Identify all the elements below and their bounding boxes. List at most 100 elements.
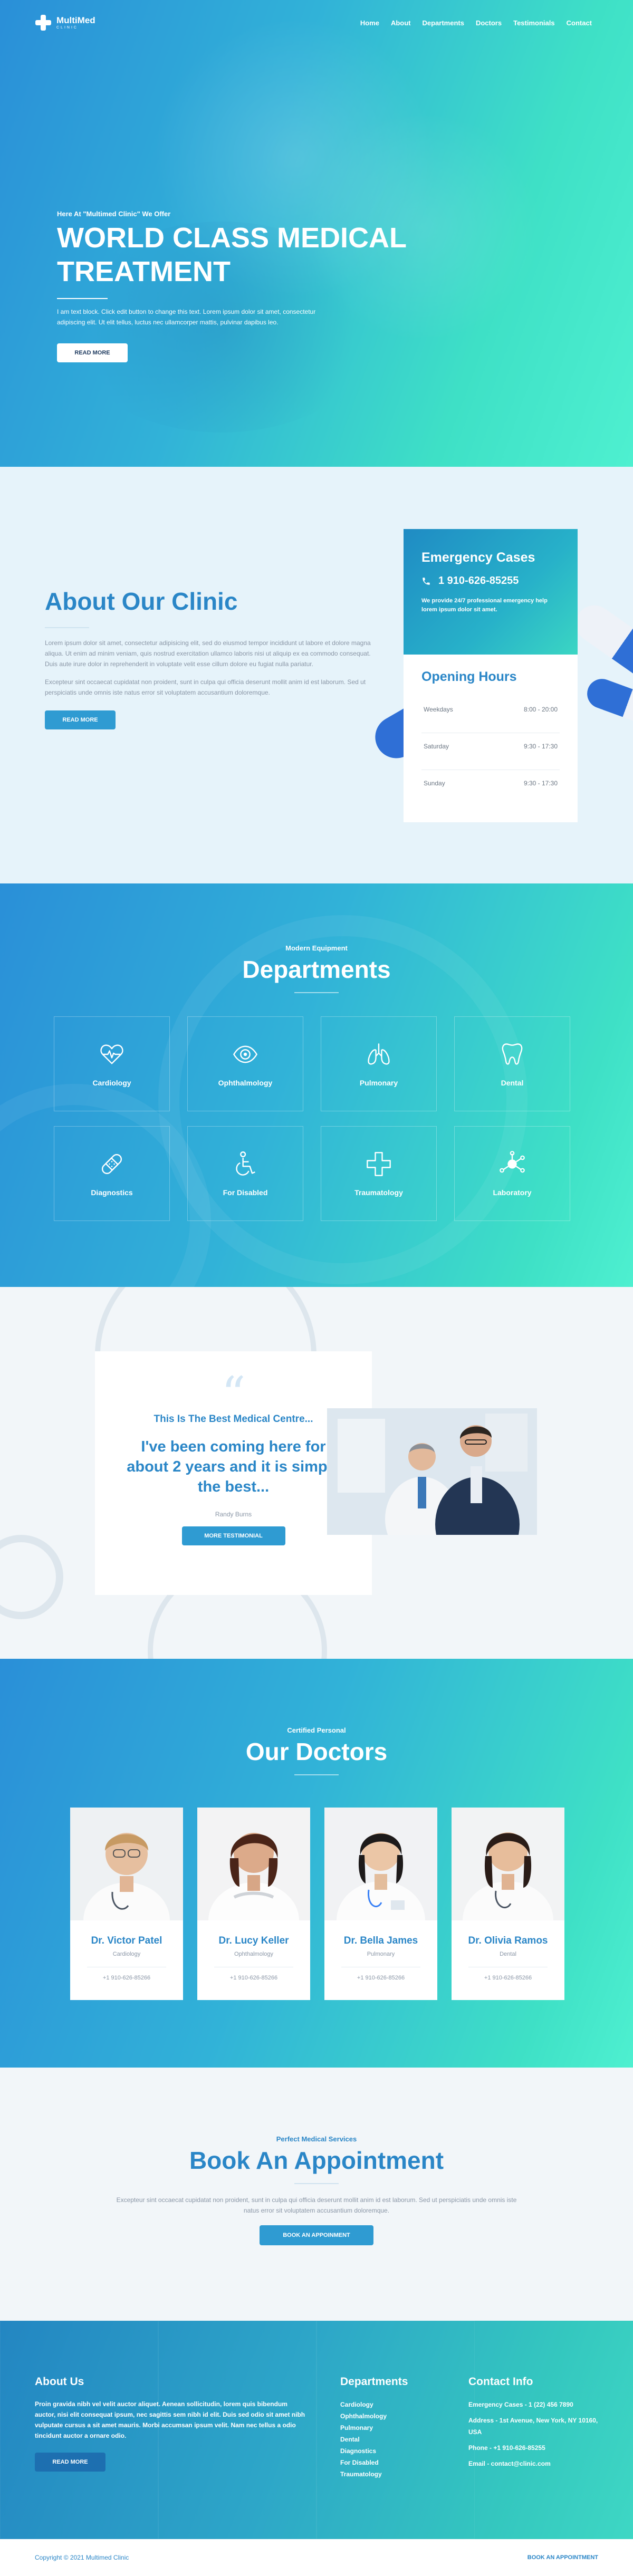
doctor-photo <box>197 1808 310 1920</box>
nav-about[interactable]: About <box>391 19 411 27</box>
doctor-name: Dr. Bella James <box>343 1935 418 1946</box>
department-label: Laboratory <box>493 1188 532 1197</box>
bottom-bar: Copyright © 2021 Multimed Clinic BOOK AN… <box>0 2539 633 2576</box>
department-tile-diagnostics[interactable]: Diagnostics <box>54 1126 170 1221</box>
quote-icon: “ <box>221 1367 246 1422</box>
copyright: Copyright © 2021 Multimed Clinic <box>35 2554 129 2561</box>
capsule-image <box>569 598 633 689</box>
department-tile-cardiology[interactable]: Cardiology <box>54 1016 170 1111</box>
testimonial-kicker: This Is The Best Medical Centre... <box>154 1414 313 1425</box>
doctor-card[interactable]: Dr. Bella James Pulmonary +1 910-626-852… <box>324 1808 437 2000</box>
doctors-title: Our Doctors <box>245 1738 388 1765</box>
nav-departments[interactable]: Departments <box>423 19 464 27</box>
doctor-phone: +1 910-626-85266 <box>357 1975 405 1981</box>
emergency-title: Emergency Cases <box>421 550 535 565</box>
hero-content: Here At "Multimed Clinic" We Offer WORLD… <box>57 210 458 362</box>
department-label: Cardiology <box>92 1079 131 1087</box>
hero-read-more-button[interactable]: READ MORE <box>57 343 128 362</box>
footer-about: About Us Proin gravida nibh vel velit au… <box>35 2376 309 2472</box>
department-tile-disabled[interactable]: For Disabled <box>187 1126 303 1221</box>
doctor-specialty: Ophthalmology <box>234 1951 273 1957</box>
bandage-icon <box>101 1154 122 1175</box>
nav-contact[interactable]: Contact <box>567 19 592 27</box>
doctor-card[interactable]: Dr. Victor Patel Cardiology +1 910-626-8… <box>70 1808 183 2000</box>
divider <box>294 1774 339 1775</box>
top-nav: MultiMed CLINIC Home About Departments D… <box>0 0 633 47</box>
footer-department-link[interactable]: Dental <box>340 2434 440 2445</box>
footer: About Us Proin gravida nibh vel velit au… <box>0 2321 633 2539</box>
testimonial-section: “ This Is The Best Medical Centre... I'v… <box>0 1287 633 1659</box>
department-label: Traumatology <box>354 1188 403 1197</box>
logo-subtitle: CLINIC <box>56 26 78 30</box>
hero-title: WORLD CLASS MEDICAL TREATMENT <box>57 222 406 287</box>
footer-contact-item: Emergency Cases - 1 (22) 456 7890 <box>468 2401 573 2408</box>
departments-header: Modern Equipment Departments <box>0 944 633 993</box>
department-label: For Disabled <box>223 1188 268 1197</box>
footer-departments-title: Departments <box>340 2376 408 2388</box>
footer-contact: Contact Info Emergency Cases - 1 (22) 45… <box>468 2376 600 2474</box>
testimonial-author: Randy Burns <box>215 1511 252 1518</box>
page: MultiMed CLINIC Home About Departments D… <box>0 0 633 2576</box>
doctor-card[interactable]: Dr. Olivia Ramos Dental +1 910-626-85266 <box>452 1808 564 2000</box>
book-appointment-button[interactable]: BOOK AN APPOINMENT <box>260 2225 373 2245</box>
appointment-title: Book An Appointment <box>189 2147 444 2174</box>
logo[interactable]: MultiMed CLINIC <box>34 14 95 32</box>
lungs-icon <box>368 1043 390 1065</box>
departments-section: Modern Equipment Departments Cardiology … <box>0 883 633 1287</box>
hours-row: Sunday 9:30 - 17:30 <box>421 770 560 807</box>
emergency-phone-row[interactable]: 1 910-626-85255 <box>421 575 560 587</box>
logo-name: MultiMed <box>56 15 95 25</box>
testimonial-quote: I've been coming here for about 2 years … <box>127 1438 340 1495</box>
about-paragraph: Lorem ipsum dolor sit amet, consectetur … <box>45 639 371 668</box>
footer-department-link[interactable]: Diagnostics <box>340 2445 440 2457</box>
heartbeat-icon <box>100 1044 123 1064</box>
appointment-kicker: Perfect Medical Services <box>276 2135 357 2143</box>
department-tile-ophthalmology[interactable]: Ophthalmology <box>187 1016 303 1111</box>
footer-contact-item[interactable]: Email - contact@clinic.com <box>468 2458 600 2469</box>
hours-time: 9:30 - 17:30 <box>523 780 558 787</box>
emergency-text: We provide 24/7 professional emergency h… <box>421 598 548 613</box>
department-label: Diagnostics <box>91 1188 133 1197</box>
capsule-image <box>583 675 633 732</box>
footer-about-text: Proin gravida nibh vel velit auctor aliq… <box>35 2400 305 2439</box>
divider <box>294 992 339 993</box>
phone-icon <box>423 577 430 585</box>
nav-testimonials[interactable]: Testimonials <box>513 19 555 27</box>
wheelchair-icon <box>236 1151 255 1176</box>
footer-department-link[interactable]: Ophthalmology <box>340 2410 440 2422</box>
doctors-section: Certified Personal Our Doctors Dr. Victo… <box>0 1659 633 2068</box>
hours-day: Saturday <box>424 743 449 750</box>
doctors-grid: Dr. Victor Patel Cardiology +1 910-626-8… <box>70 1808 564 2000</box>
footer-department-link[interactable]: For Disabled <box>340 2457 440 2468</box>
department-tile-pulmonary[interactable]: Pulmonary <box>321 1016 437 1111</box>
nav-home[interactable]: Home <box>360 19 379 27</box>
nav-doctors[interactable]: Doctors <box>476 19 502 27</box>
footer-read-more-button[interactable]: READ MORE <box>35 2453 106 2472</box>
footer-department-link[interactable]: Cardiology <box>340 2399 440 2410</box>
department-tile-laboratory[interactable]: Laboratory <box>454 1126 570 1221</box>
hours-time: 8:00 - 20:00 <box>523 706 558 713</box>
footer-about-title: About Us <box>35 2376 84 2388</box>
divider <box>294 2183 339 2184</box>
main-menu: Home About Departments Doctors Testimoni… <box>360 19 592 27</box>
hours-row: Saturday 9:30 - 17:30 <box>421 733 560 770</box>
hero-kicker: Here At "Multimed Clinic" We Offer <box>57 210 171 218</box>
about-read-more-button[interactable]: READ MORE <box>45 710 116 729</box>
about-paragraph: Excepteur sint occaecat cupidatat non pr… <box>45 678 366 696</box>
hours-list: Weekdays 8:00 - 20:00 Saturday 9:30 - 17… <box>421 696 560 807</box>
bottom-book-appointment-link[interactable]: BOOK AN APPOINTMENT <box>528 2554 598 2561</box>
doctor-specialty: Cardiology <box>112 1951 141 1957</box>
doctor-photo <box>452 1808 564 1920</box>
footer-department-link[interactable]: Traumatology <box>340 2468 440 2480</box>
department-tile-dental[interactable]: Dental <box>454 1016 570 1111</box>
footer-contact-list: Emergency Cases - 1 (22) 456 7890 Addres… <box>468 2399 600 2469</box>
footer-department-link[interactable]: Pulmonary <box>340 2422 440 2434</box>
more-testimonial-button[interactable]: MORE TESTIMONIAL <box>181 1526 285 1545</box>
department-label: Pulmonary <box>359 1079 398 1087</box>
emergency-card: Emergency Cases 1 910-626-85255 We provi… <box>404 529 578 655</box>
hero-description: I am text block. Click edit button to ch… <box>57 308 316 326</box>
department-label: Ophthalmology <box>218 1079 273 1087</box>
department-tile-traumatology[interactable]: Traumatology <box>321 1126 437 1221</box>
doctor-photo <box>324 1808 437 1920</box>
doctor-card[interactable]: Dr. Lucy Keller Ophthalmology +1 910-626… <box>197 1808 310 2000</box>
